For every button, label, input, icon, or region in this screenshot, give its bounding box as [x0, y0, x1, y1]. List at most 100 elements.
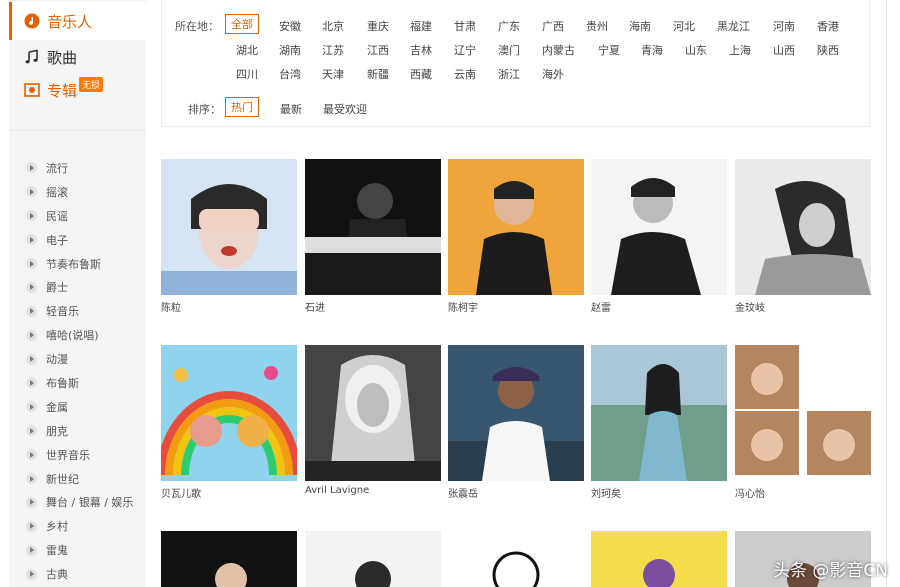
genre-item[interactable]: 古典: [26, 562, 133, 586]
genre-item[interactable]: 民谣: [26, 204, 133, 228]
genre-item[interactable]: 轻音乐: [26, 299, 133, 323]
artist-name[interactable]: 赵雷: [591, 299, 727, 314]
artist-name[interactable]: 张震岳: [448, 485, 584, 500]
artist-name[interactable]: 金玟岐: [735, 299, 871, 314]
artist-photo[interactable]: [305, 345, 441, 481]
location-filter-item[interactable]: 全部: [225, 14, 259, 34]
play-arrow-icon: [26, 210, 37, 222]
location-filter-item[interactable]: 河南: [773, 18, 795, 34]
location-filter-item[interactable]: 河北: [673, 18, 695, 34]
artist-name[interactable]: 陈粒: [161, 299, 297, 314]
location-filter-item[interactable]: 甘肃: [454, 18, 476, 34]
artist-name[interactable]: 刘珂矣: [591, 485, 727, 500]
genre-item[interactable]: 嘻哈(说唱): [26, 323, 133, 347]
genre-item[interactable]: 乡村: [26, 514, 133, 538]
artist-photo[interactable]: [448, 159, 584, 295]
artist-name[interactable]: 冯心怡: [735, 485, 871, 500]
location-filter-item[interactable]: 湖南: [279, 42, 301, 58]
artist-photo[interactable]: [161, 159, 297, 295]
location-filter-item[interactable]: 宁夏: [598, 42, 620, 58]
nav-item-albums[interactable]: 专辑 无损: [9, 71, 146, 109]
location-filter-item[interactable]: 黑龙江: [717, 18, 750, 34]
location-filter-item[interactable]: 浙江: [498, 66, 520, 82]
artist-name[interactable]: 贝瓦儿歌: [161, 485, 297, 500]
artist-card[interactable]: 张震岳: [448, 345, 584, 500]
location-filter-item[interactable]: 江西: [367, 42, 389, 58]
location-filter-item[interactable]: 广东: [498, 18, 520, 34]
play-arrow-icon: [26, 281, 37, 293]
artist-photo[interactable]: [305, 531, 441, 587]
location-filter-item[interactable]: 北京: [322, 18, 344, 34]
artist-card[interactable]: 冯心怡: [735, 345, 871, 500]
location-filter-item[interactable]: 重庆: [367, 18, 389, 34]
genre-item[interactable]: 布鲁斯: [26, 371, 133, 395]
artist-photo[interactable]: [448, 345, 584, 481]
genre-item[interactable]: 金属: [26, 395, 133, 419]
artist-card[interactable]: 陈柯宇: [448, 159, 584, 314]
music-note-icon: [23, 48, 41, 66]
artist-name[interactable]: 陈柯宇: [448, 299, 584, 314]
genre-item[interactable]: 动漫: [26, 347, 133, 371]
location-filter-item[interactable]: 湖北: [236, 42, 258, 58]
artist-photo[interactable]: [591, 345, 727, 481]
location-filter-item[interactable]: 云南: [454, 66, 476, 82]
genre-item[interactable]: 新世纪: [26, 467, 133, 491]
genre-item[interactable]: 朋克: [26, 419, 133, 443]
genre-item[interactable]: 流行: [26, 156, 133, 180]
location-filter-item[interactable]: 香港: [817, 18, 839, 34]
location-filter-item[interactable]: 澳门: [498, 42, 520, 58]
artist-card[interactable]: 刘珂矣: [591, 345, 727, 500]
sort-option[interactable]: 最新: [280, 101, 302, 117]
location-filter-item[interactable]: 福建: [410, 18, 432, 34]
location-filter-label: 所在地：: [175, 20, 219, 33]
genre-item[interactable]: 电子: [26, 228, 133, 252]
artist-photo[interactable]: [735, 345, 871, 481]
location-filter-item[interactable]: 四川: [236, 66, 258, 82]
location-filter-item[interactable]: 辽宁: [454, 42, 476, 58]
genre-item[interactable]: 爵士: [26, 275, 133, 299]
artist-photo[interactable]: [161, 531, 297, 587]
artist-photo[interactable]: [735, 159, 871, 295]
artist-card[interactable]: 石进: [305, 159, 441, 314]
artist-name[interactable]: Avril Lavigne: [305, 485, 441, 496]
genre-item[interactable]: 舞台 / 银幕 / 娱乐: [26, 490, 133, 514]
sidebar-divider: [9, 130, 146, 131]
artist-card[interactable]: 陈粒: [161, 159, 297, 314]
location-filter-item[interactable]: 江苏: [322, 42, 344, 58]
artist-photo[interactable]: [448, 531, 584, 587]
location-filter-item[interactable]: 海南: [629, 18, 651, 34]
genre-label: 流行: [46, 161, 68, 175]
location-filter-item[interactable]: 贵州: [586, 18, 608, 34]
artist-card[interactable]: 贝瓦儿歌: [161, 345, 297, 500]
genre-item[interactable]: 摇滚: [26, 180, 133, 204]
artist-card[interactable]: 赵雷: [591, 159, 727, 314]
artist-card[interactable]: 金玟岐: [735, 159, 871, 314]
location-filter-item[interactable]: 台湾: [279, 66, 301, 82]
artist-photo[interactable]: [161, 345, 297, 481]
artist-photo[interactable]: [591, 159, 727, 295]
location-filter-item[interactable]: 青海: [641, 42, 663, 58]
sort-option[interactable]: 最受欢迎: [323, 101, 367, 117]
location-filter-item[interactable]: 吉林: [410, 42, 432, 58]
sort-option[interactable]: 热门: [225, 97, 259, 117]
location-filter-item[interactable]: 新疆: [367, 66, 389, 82]
artist-photo[interactable]: [305, 159, 441, 295]
location-filter-item[interactable]: 海外: [542, 66, 564, 82]
location-filter-item[interactable]: 广西: [542, 18, 564, 34]
location-filter-item[interactable]: 天津: [322, 66, 344, 82]
artist-name[interactable]: 石进: [305, 299, 441, 314]
nav-item-musicians[interactable]: 音乐人: [9, 2, 146, 40]
genre-item[interactable]: 节奏布鲁斯: [26, 252, 133, 276]
genre-item[interactable]: 雷鬼: [26, 538, 133, 562]
location-filter-item[interactable]: 西藏: [410, 66, 432, 82]
genre-label: 轻音乐: [46, 305, 79, 319]
location-filter-item[interactable]: 安徽: [279, 18, 301, 34]
genre-item[interactable]: 世界音乐: [26, 443, 133, 467]
location-filter-item[interactable]: 内蒙古: [542, 42, 575, 58]
location-filter-item[interactable]: 山西: [773, 42, 795, 58]
artist-photo[interactable]: [591, 531, 727, 587]
location-filter-item[interactable]: 上海: [729, 42, 751, 58]
artist-card[interactable]: Avril Lavigne: [305, 345, 441, 496]
location-filter-item[interactable]: 山东: [685, 42, 707, 58]
location-filter-item[interactable]: 陕西: [817, 42, 839, 58]
